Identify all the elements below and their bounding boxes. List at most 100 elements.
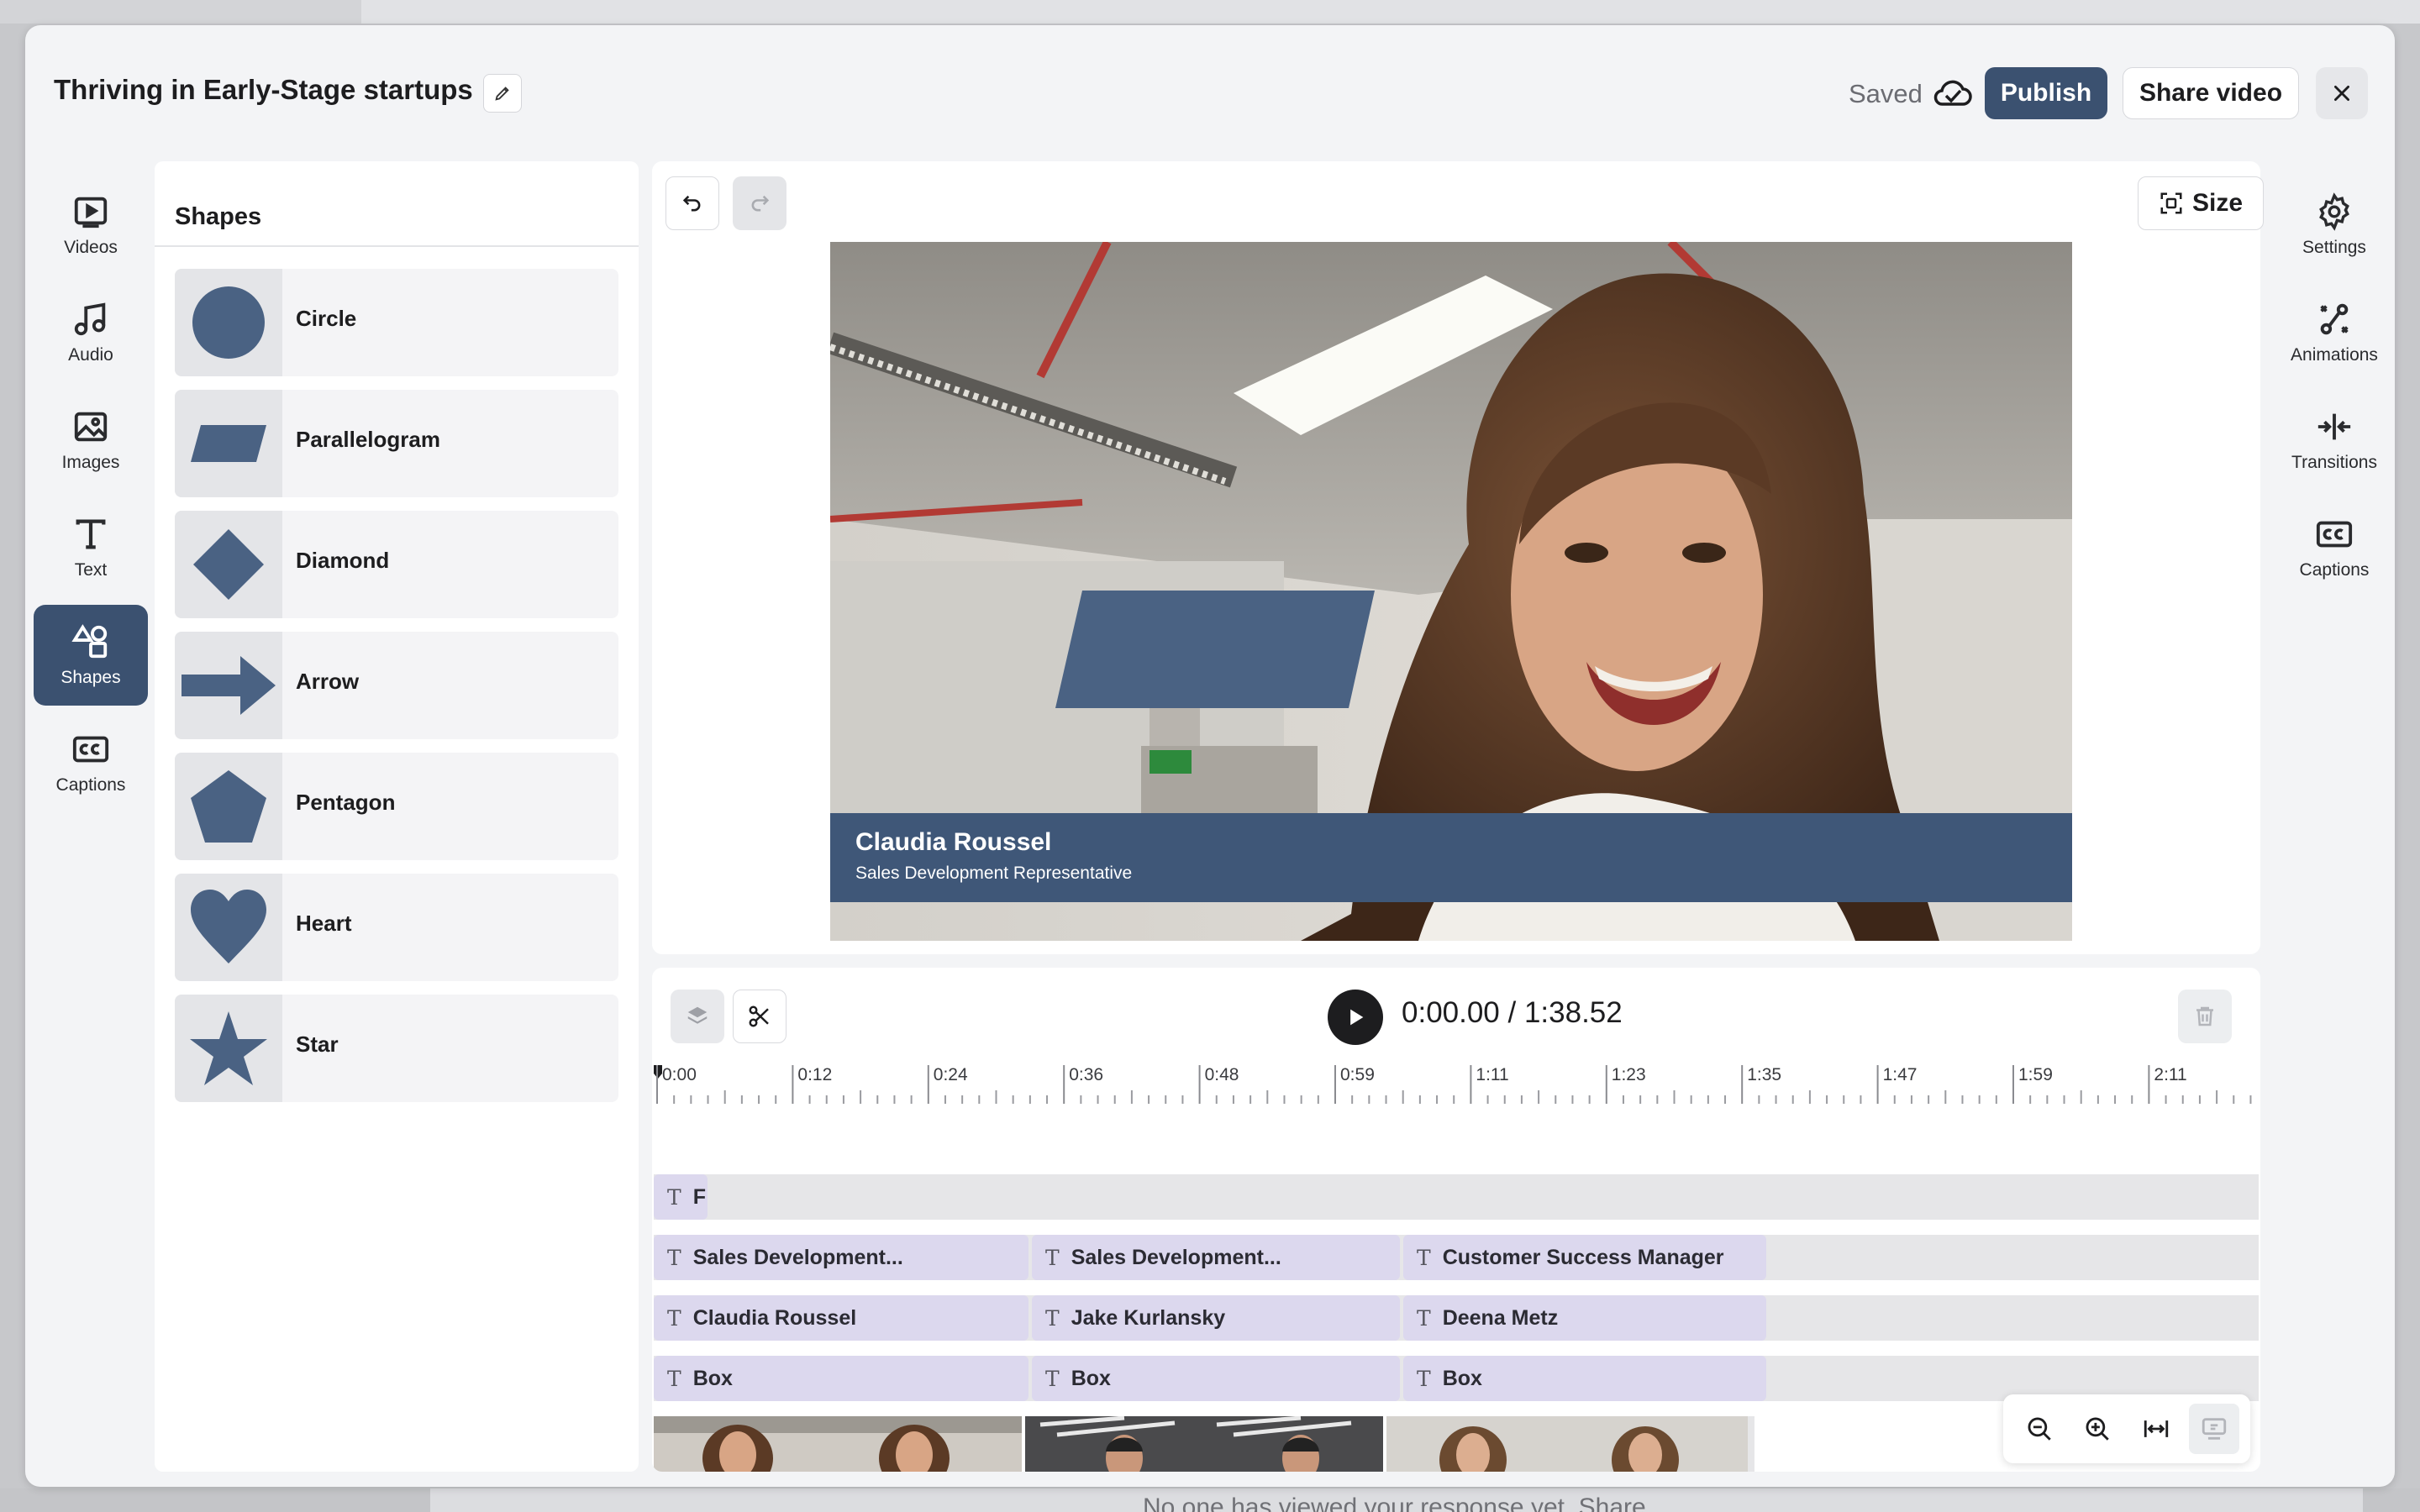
- lower-third-role: Sales Development Representative: [855, 864, 1133, 883]
- text-clip-icon: T: [1045, 1366, 1060, 1391]
- close-icon: [2334, 86, 2349, 101]
- text-clip-icon: T: [1045, 1245, 1060, 1270]
- ruler-tick-label: 1:35: [1747, 1065, 1782, 1084]
- rail-item-captions[interactable]: Captions: [34, 712, 148, 813]
- pentagon-shape-icon: [191, 770, 266, 843]
- zoom-in-button[interactable]: [2072, 1404, 2123, 1454]
- timeline-clip[interactable]: T Claudia Roussel: [654, 1295, 1028, 1341]
- shape-item-circle[interactable]: Circle: [175, 269, 618, 376]
- shape-label: Parallelogram: [296, 427, 440, 452]
- share-video-button[interactable]: Share video: [2123, 67, 2299, 119]
- text-clip-icon: T: [1417, 1305, 1431, 1331]
- publish-button[interactable]: Publish: [1985, 67, 2107, 119]
- timeline-clip[interactable]: T Box: [1032, 1356, 1400, 1401]
- shape-thumbnail: [175, 995, 282, 1102]
- shape-thumbnail: [175, 390, 282, 497]
- saved-status: Saved: [1849, 79, 1923, 108]
- timeline-ruler[interactable]: 0:00 0:12 0:24 0:36 0:48 0:59 1:11 1:23 1:35 1:47…: [652, 1062, 2260, 1112]
- rail-item-videos[interactable]: Videos: [34, 175, 148, 276]
- rail-label: Captions: [55, 775, 126, 795]
- rail-item-images[interactable]: Images: [34, 390, 148, 491]
- timeline-clip[interactable]: T Box: [1403, 1356, 1766, 1401]
- timeline-clip[interactable]: T Jake Kurlansky: [1032, 1295, 1400, 1341]
- shape-label: Circle: [296, 306, 357, 331]
- timeline-clip[interactable]: T Customer Success Manager: [1403, 1235, 1766, 1280]
- rail-item-settings[interactable]: Settings: [2277, 175, 2391, 276]
- ruler-tick-label: 1:23: [1611, 1065, 1646, 1084]
- rail-item-transitions[interactable]: Transitions: [2277, 390, 2391, 491]
- play-button[interactable]: [1328, 990, 1383, 1045]
- layers-button[interactable]: [671, 990, 724, 1043]
- split-button[interactable]: [733, 990, 786, 1043]
- ruler-tick-label: 0:48: [1204, 1065, 1239, 1084]
- zoom-controls: [2003, 1394, 2250, 1463]
- undo-button[interactable]: [666, 176, 719, 230]
- ruler-tick-label: 1:59: [2018, 1065, 2053, 1084]
- rail-item-captions-right[interactable]: Captions: [2277, 497, 2391, 598]
- text-clip-icon: T: [667, 1366, 681, 1391]
- zoom-out-icon: [2028, 1417, 2051, 1441]
- rail-item-animations[interactable]: Animations: [2277, 282, 2391, 383]
- timeline-clip[interactable]: T Sales Development...: [1032, 1235, 1400, 1280]
- trash-icon: [2196, 1006, 2213, 1026]
- video-track[interactable]: [654, 1416, 1754, 1472]
- music-note-icon: [74, 302, 106, 336]
- zoom-in-icon: [2086, 1417, 2110, 1441]
- cloud-check-icon: [1933, 80, 1972, 106]
- ruler-tick-label: 0:36: [1069, 1065, 1104, 1084]
- shape-item-star[interactable]: Star: [175, 995, 618, 1102]
- size-button[interactable]: Size: [2138, 176, 2264, 230]
- rail-label: Captions: [2299, 560, 2370, 580]
- lower-third-banner[interactable]: Claudia Roussel Sales Development Repres…: [830, 813, 2072, 902]
- clip-label: Customer Success Manager: [1442, 1245, 1724, 1269]
- rail-label: Animations: [2291, 345, 2378, 365]
- shape-thumbnail: [175, 632, 282, 739]
- text-clip-icon: T: [667, 1245, 681, 1270]
- timeline-clip[interactable]: T Sales Development...: [654, 1235, 1028, 1280]
- zoom-out-button[interactable]: [2014, 1404, 2065, 1454]
- edit-title-button[interactable]: [483, 74, 522, 113]
- divider: [155, 245, 639, 247]
- image-icon: [74, 412, 108, 442]
- rail-item-text[interactable]: Text: [34, 497, 148, 598]
- shape-item-pentagon[interactable]: Pentagon: [175, 753, 618, 860]
- undo-icon: [682, 195, 701, 212]
- playback-time: 0:00.00 / 1:38.52: [1402, 996, 1623, 1029]
- captions-toggle-icon: [2202, 1418, 2227, 1440]
- fit-timeline-button[interactable]: [2131, 1404, 2181, 1454]
- shapes-panel: Shapes Circle Parallelogram Diamond Arro…: [155, 161, 639, 1472]
- close-button[interactable]: [2316, 67, 2368, 119]
- play-icon: [1350, 1009, 1364, 1026]
- timeline-clip[interactable]: TF: [654, 1174, 708, 1220]
- rail-label: Settings: [2302, 238, 2366, 257]
- clip-label: F: [692, 1184, 706, 1209]
- text-clip-icon: T: [1417, 1366, 1431, 1391]
- redo-button[interactable]: [733, 176, 786, 230]
- shape-item-diamond[interactable]: Diamond: [175, 511, 618, 618]
- timeline-clip[interactable]: T Box: [654, 1356, 1028, 1401]
- captions-toggle-button[interactable]: [2189, 1404, 2240, 1454]
- rail-item-shapes[interactable]: Shapes: [34, 605, 148, 706]
- ruler-tick-label: 2:11: [2154, 1065, 2187, 1084]
- layers-icon: [687, 1006, 708, 1024]
- clip-label: Sales Development...: [1071, 1245, 1281, 1269]
- shape-label: Pentagon: [296, 790, 396, 815]
- text-icon: [76, 519, 106, 549]
- rail-item-audio[interactable]: Audio: [34, 282, 148, 383]
- background-top-content: [361, 0, 2420, 24]
- shape-item-parallelogram[interactable]: Parallelogram: [175, 390, 618, 497]
- shape-item-heart[interactable]: Heart: [175, 874, 618, 981]
- timeline-clip[interactable]: T Deena Metz: [1403, 1295, 1766, 1341]
- shape-item-arrow[interactable]: Arrow: [175, 632, 618, 739]
- delete-button[interactable]: [2178, 990, 2232, 1043]
- timeline-track: T Claudia Roussel T Jake Kurlansky T Deena …: [654, 1295, 2259, 1341]
- rail-label: Text: [74, 560, 108, 580]
- diamond-shape-icon: [193, 529, 264, 600]
- shape-label: Star: [296, 1032, 339, 1057]
- video-canvas[interactable]: Claudia Roussel Sales Development Repres…: [830, 242, 2072, 941]
- pencil-icon: [495, 87, 509, 101]
- ruler-tick-label: 0:59: [1340, 1065, 1375, 1084]
- gear-icon: [2319, 192, 2349, 231]
- shape-label: Diamond: [296, 548, 390, 573]
- animations-icon: [2320, 303, 2349, 335]
